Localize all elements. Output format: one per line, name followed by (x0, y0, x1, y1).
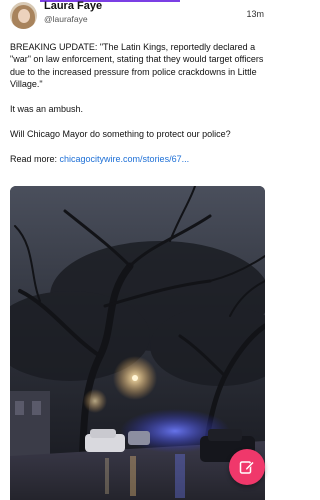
avatar[interactable] (10, 2, 37, 29)
post-header: Laura Faye @laurafaye 13m (0, 0, 275, 34)
author-handle[interactable]: @laurafaye (44, 14, 88, 24)
post-paragraph: Will Chicago Mayor do something to prote… (10, 128, 231, 139)
post-paragraph: It was an ambush. (10, 104, 84, 115)
post-body: BREAKING UPDATE: "The Latin Kings, repor… (10, 41, 266, 177)
post-timestamp: 13m (246, 9, 264, 19)
article-link[interactable]: chicagocitywire.com/stories/67... (60, 154, 190, 164)
post-image[interactable] (10, 186, 265, 500)
read-more-label: Read more: (10, 153, 60, 164)
compose-icon (239, 461, 255, 474)
compose-button[interactable] (229, 449, 265, 485)
night-street-photo (10, 186, 265, 500)
author-name[interactable]: Laura Faye (44, 0, 102, 12)
avatar-face (18, 9, 30, 23)
read-more: Read more: chicagocitywire.com/stories/6… (10, 153, 266, 165)
post-screen: Laura Faye @laurafaye 13m BREAKING UPDAT… (0, 0, 275, 500)
post-paragraph: BREAKING UPDATE: "The Latin Kings, repor… (10, 42, 264, 90)
